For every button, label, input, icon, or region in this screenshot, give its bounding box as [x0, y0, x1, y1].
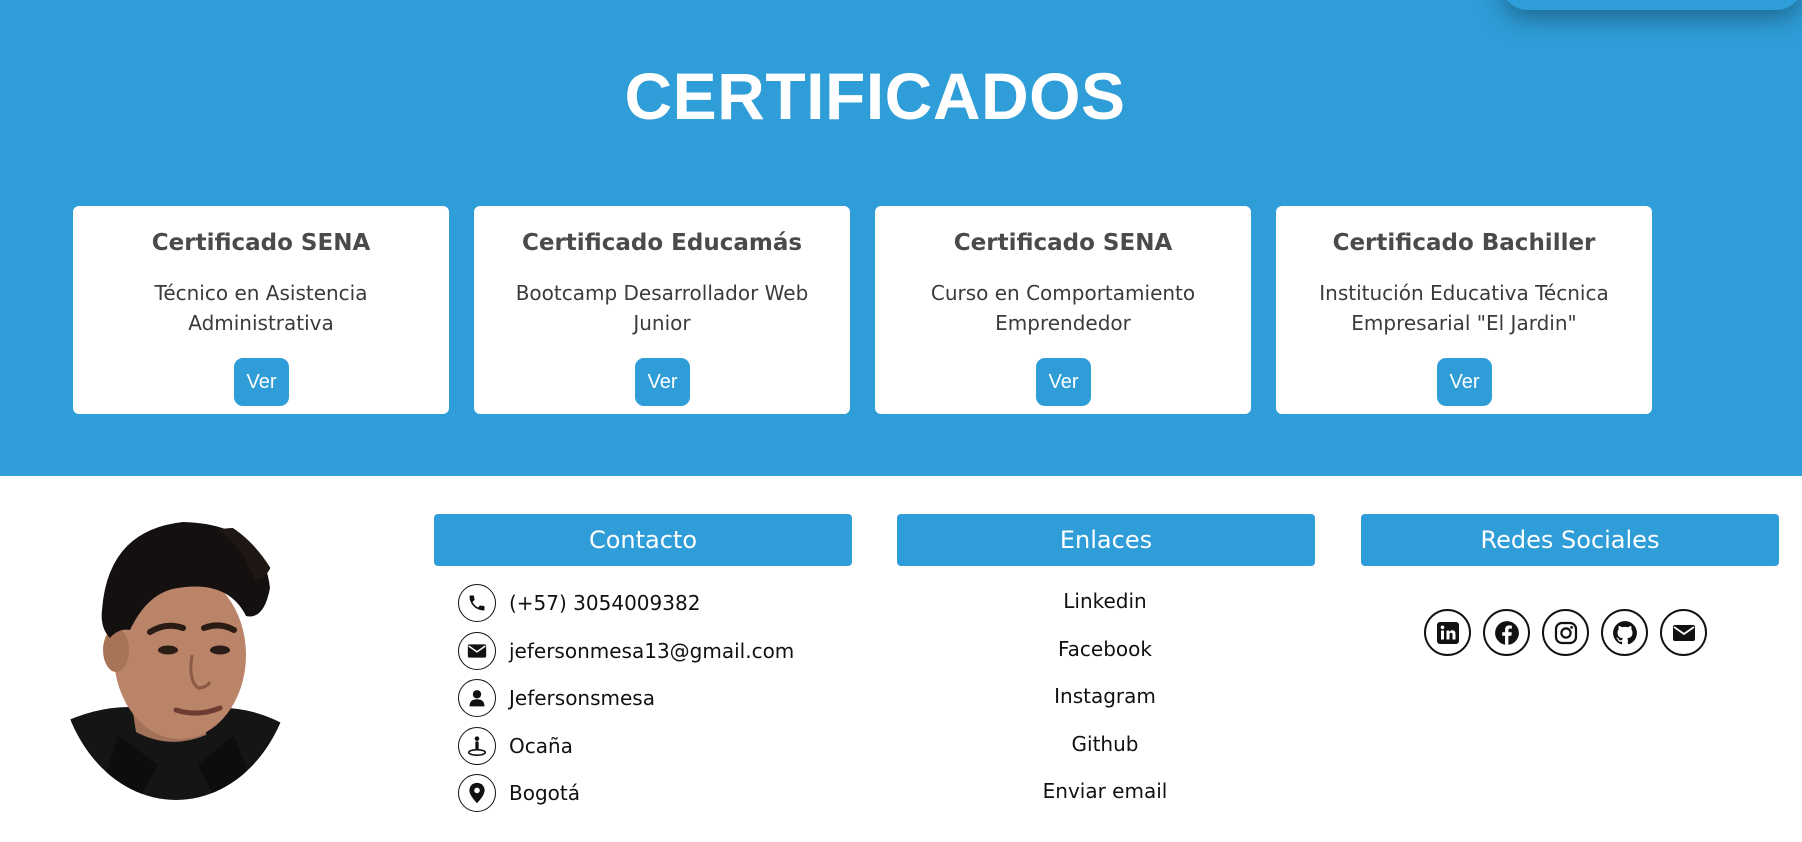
map-pin-icon	[458, 774, 496, 812]
phone-icon	[458, 584, 496, 622]
contact-city: Ocaña	[458, 727, 573, 765]
profile-photo	[58, 510, 294, 800]
certificate-description: Técnico en Asistencia Administrativa	[154, 281, 368, 335]
section-title: CERTIFICADOS	[624, 59, 1126, 133]
contact-heading: Contacto	[434, 514, 852, 566]
certificate-card: Certificado SENA Técnico en Asistencia A…	[73, 206, 449, 414]
link-linkedin[interactable]: Linkedin	[896, 589, 1314, 613]
instagram-icon[interactable]	[1542, 609, 1589, 656]
certificate-description: Institución Educativa Técnica Empresaria…	[1319, 281, 1609, 335]
location-person-icon	[458, 727, 496, 765]
header-shadow	[1502, 0, 1802, 10]
contact-user: Jefersonsmesa	[458, 679, 655, 717]
contact-location-text: Bogotá	[509, 781, 580, 805]
facebook-icon[interactable]	[1483, 609, 1530, 656]
certificate-title: Certificado Bachiller	[1332, 230, 1596, 256]
user-icon	[458, 679, 496, 717]
certificate-title: Certificado SENA	[953, 230, 1173, 256]
contact-location: Bogotá	[458, 774, 580, 812]
certificate-title: Certificado Educamás	[521, 230, 803, 256]
links-heading: Enlaces	[897, 514, 1315, 566]
github-icon[interactable]	[1601, 609, 1648, 656]
certificate-description: Bootcamp Desarrollador Web Junior	[515, 281, 809, 335]
link-instagram[interactable]: Instagram	[896, 684, 1314, 708]
contact-phone: (+57) 3054009382	[458, 584, 700, 622]
link-facebook[interactable]: Facebook	[896, 637, 1314, 661]
contact-user-text: Jefersonsmesa	[509, 686, 655, 710]
certificate-description: Curso en Comportamiento Emprendedor	[930, 281, 1196, 335]
certificate-card: Certificado SENA Curso en Comportamiento…	[875, 206, 1251, 414]
link-github[interactable]: Github	[896, 732, 1314, 756]
contact-email-text: jefersonmesa13@gmail.com	[509, 639, 795, 663]
linkedin-icon[interactable]	[1424, 609, 1471, 656]
link-send-email[interactable]: Enviar email	[896, 779, 1314, 803]
social-heading: Redes Sociales	[1361, 514, 1779, 566]
view-certificate-button[interactable]: Ver	[234, 358, 289, 406]
certificate-card: Certificado Educamás Bootcamp Desarrolla…	[474, 206, 850, 414]
view-certificate-button[interactable]: Ver	[635, 358, 690, 406]
contact-email: jefersonmesa13@gmail.com	[458, 632, 794, 670]
contact-city-text: Ocaña	[509, 734, 573, 758]
view-certificate-button[interactable]: Ver	[1036, 358, 1091, 406]
contact-phone-text: (+57) 3054009382	[509, 591, 701, 615]
view-certificate-button[interactable]: Ver	[1437, 358, 1492, 406]
certificates-section: CERTIFICADOS Certificado SENA Técnico en…	[0, 0, 1802, 476]
email-icon	[458, 632, 496, 670]
social-icons	[1424, 609, 1707, 656]
certificate-title: Certificado SENA	[151, 230, 371, 256]
certificate-card: Certificado Bachiller Institución Educat…	[1276, 206, 1652, 414]
email-icon[interactable]	[1660, 609, 1707, 656]
